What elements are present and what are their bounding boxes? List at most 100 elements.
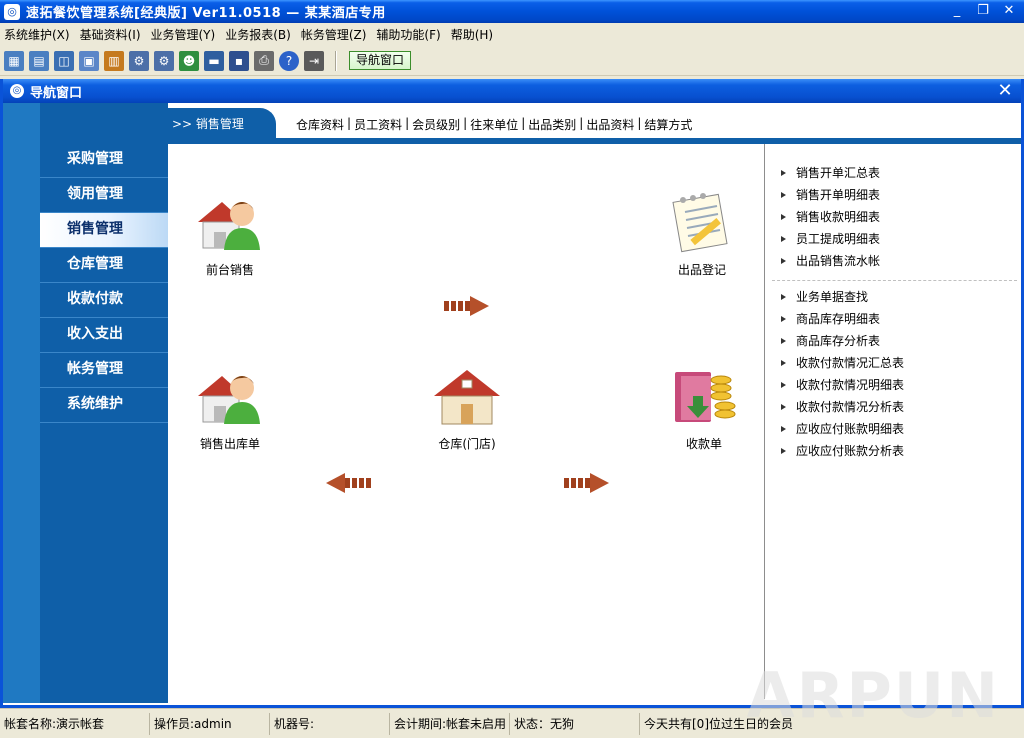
form-icon[interactable]: ▣	[79, 50, 99, 71]
report-label: 收款付款情况明细表	[796, 378, 905, 392]
menu-system[interactable]: 系统维护(X)	[4, 26, 70, 43]
report-link[interactable]: 收款付款情况分析表	[778, 396, 1018, 418]
report-label: 销售开单明细表	[796, 188, 881, 202]
sales-outbound-node[interactable]: 销售出库单	[190, 366, 270, 452]
nav-item-warehouse[interactable]: 仓库管理	[40, 248, 168, 283]
bullet-icon	[781, 258, 786, 264]
link-product-category[interactable]: 出品类别	[528, 116, 576, 133]
bullet-icon	[781, 448, 786, 454]
warehouse-node[interactable]: 仓库(门店)	[425, 366, 509, 452]
bullet-icon	[781, 338, 786, 344]
bullet-icon	[781, 426, 786, 432]
bullet-icon	[781, 316, 786, 322]
report-label: 收款付款情况汇总表	[796, 356, 905, 370]
front-sales-node[interactable]: 前台销售	[190, 192, 270, 278]
link-product-data[interactable]: 出品资料	[586, 116, 634, 133]
list-icon[interactable]: ▤	[29, 50, 49, 71]
link-separator: |	[405, 116, 410, 130]
menu-tools[interactable]: 辅助功能(F)	[376, 26, 440, 43]
minimize-button[interactable]: _	[948, 3, 966, 19]
tab-sales[interactable]: >> 销售管理	[168, 108, 276, 140]
report-link[interactable]: 销售开单汇总表	[778, 162, 1018, 184]
help-icon[interactable]: ?	[279, 50, 299, 71]
report-link[interactable]: 收款付款情况汇总表	[778, 352, 1018, 374]
nav-item-system[interactable]: 系统维护	[40, 388, 168, 423]
link-warehouse-data[interactable]: 仓库资料	[296, 116, 344, 133]
nav-item-accounts[interactable]: 帐务管理	[40, 353, 168, 388]
window-title: 速拓餐饮管理系统[经典版] Ver11.0518 — 某某酒店专用	[26, 6, 386, 21]
link-separator: |	[579, 116, 584, 130]
bullet-icon	[781, 404, 786, 410]
exit-icon[interactable]: ⇥	[304, 50, 324, 71]
bullet-icon	[781, 294, 786, 300]
report-link[interactable]: 销售开单明细表	[778, 184, 1018, 206]
link-member-level[interactable]: 会员级别	[412, 116, 460, 133]
front-sales-label: 前台销售	[205, 263, 254, 277]
nav-item-payments[interactable]: 收款付款	[40, 283, 168, 318]
report-group-general: 业务单据查找 商品库存明细表 商品库存分析表 收款付款情况汇总表 收款付款情况明…	[778, 286, 1018, 462]
close-button[interactable]: ✕	[1000, 3, 1018, 19]
report-link[interactable]: 员工提成明细表	[778, 228, 1018, 250]
report-link[interactable]: 应收应付账款分析表	[778, 440, 1018, 462]
status-account: 帐套名称:演示帐套	[0, 712, 150, 735]
menu-help[interactable]: 帮助(H)	[451, 26, 493, 43]
menu-reports[interactable]: 业务报表(B)	[225, 26, 291, 43]
link-partners[interactable]: 往来单位	[470, 116, 518, 133]
panel-icon[interactable]: ▬	[204, 50, 224, 71]
report-link[interactable]: 收款付款情况明细表	[778, 374, 1018, 396]
bullet-icon	[781, 236, 786, 242]
report-group-sales: 销售开单汇总表 销售开单明细表 销售收款明细表 员工提成明细表 出品销售流水帐	[778, 162, 1018, 272]
chart-icon[interactable]: ▥	[104, 50, 124, 71]
nav-window-titlebar: ◎ 导航窗口 ✕	[3, 79, 1021, 103]
users-icon[interactable]: ☻	[179, 50, 199, 71]
link-employee-data[interactable]: 员工资料	[354, 116, 402, 133]
nav-item-requisition[interactable]: 领用管理	[40, 178, 168, 213]
status-dongle: 状态：无狗	[510, 712, 640, 735]
report-link[interactable]: 业务单据查找	[778, 286, 1018, 308]
bullet-icon	[781, 214, 786, 220]
link-separator: |	[521, 116, 526, 130]
menu-accounts[interactable]: 帐务管理(Z)	[301, 26, 367, 43]
menu-bar: 系统维护(X) 基础资料(I) 业务管理(Y) 业务报表(B) 帐务管理(Z) …	[0, 23, 1024, 46]
windows-icon[interactable]: ◫	[54, 50, 74, 71]
nav-item-purchase[interactable]: 采购管理	[40, 143, 168, 178]
notepad-pencil-icon	[672, 193, 728, 253]
quick-links: 仓库资料 | 员工资料 | 会员级别 | 往来单位 | 出品类别 | 出品资料 …	[296, 116, 692, 133]
gear-icon[interactable]: ⚙	[129, 50, 149, 71]
bullet-icon	[781, 192, 786, 198]
print-icon[interactable]: ⎙	[254, 50, 274, 71]
receipt-node[interactable]: 收款单	[664, 366, 744, 452]
arrow-right-icon	[564, 473, 609, 493]
nav-item-income-expense[interactable]: 收入支出	[40, 318, 168, 353]
save-icon[interactable]: ▪	[229, 50, 249, 71]
window-controls: _ ❐ ✕	[948, 3, 1018, 19]
report-label: 收款付款情况分析表	[796, 400, 905, 414]
nav-window-button[interactable]: 导航窗口	[349, 51, 412, 70]
report-link[interactable]: 应收应付账款明细表	[778, 418, 1018, 440]
menu-business[interactable]: 业务管理(Y)	[151, 26, 216, 43]
link-separator: |	[347, 116, 352, 130]
report-link[interactable]: 出品销售流水帐	[778, 250, 1018, 272]
left-nav: 采购管理 领用管理 销售管理 仓库管理 收款付款 收入支出 帐务管理 系统维护	[3, 103, 168, 703]
house-person-icon	[198, 202, 260, 250]
link-settlement[interactable]: 结算方式	[644, 116, 692, 133]
report-link[interactable]: 销售收款明细表	[778, 206, 1018, 228]
receipt-label: 收款单	[685, 437, 722, 451]
nav-window: ◎ 导航窗口 ✕ 采购管理 领用管理 销售管理 仓库管理 收款付款 收入支出 帐…	[0, 79, 1024, 708]
grid-icon[interactable]: ▦	[4, 50, 24, 71]
nav-window-close-button[interactable]: ✕	[995, 81, 1015, 101]
product-register-label: 出品登记	[677, 263, 726, 277]
restore-button[interactable]: ❐	[974, 3, 992, 19]
status-bar: 帐套名称:演示帐套 操作员:admin 机器号: 会计期间:帐套未启用 状态：无…	[0, 659, 1024, 738]
sales-outbound-label: 销售出库单	[199, 437, 260, 451]
report-link[interactable]: 商品库存明细表	[778, 308, 1018, 330]
warehouse-label: 仓库(门店)	[438, 437, 496, 451]
product-register-node[interactable]: 出品登记	[662, 192, 742, 278]
flow-area: 前台销售 出品登记 销售出库单 仓库(门店) 收款单	[168, 144, 765, 699]
left-nav-strip	[3, 103, 40, 703]
tab-bar: >> 销售管理 仓库资料 | 员工资料 | 会员级别 | 往来单位 | 出品类别…	[168, 108, 1021, 144]
menu-basic-data[interactable]: 基础资料(I)	[80, 26, 141, 43]
settings-icon[interactable]: ⚙	[154, 50, 174, 71]
report-link[interactable]: 商品库存分析表	[778, 330, 1018, 352]
nav-item-sales[interactable]: 销售管理	[40, 213, 168, 248]
